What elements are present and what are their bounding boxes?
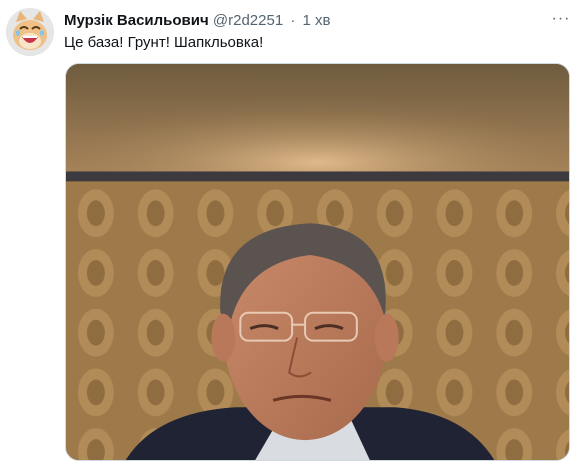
author-handle[interactable]: @r2d2251 bbox=[213, 12, 283, 29]
avatar[interactable] bbox=[6, 8, 54, 56]
tweet-text: Це база! Грунт! Шапкльовка! bbox=[64, 34, 264, 51]
tweet-media[interactable] bbox=[65, 63, 570, 461]
tweet-card[interactable]: Мурзік Васильович @r2d2251 · 1 хв ··· Це… bbox=[0, 0, 575, 470]
tweet-timestamp[interactable]: 1 хв bbox=[303, 12, 331, 29]
separator-dot: · bbox=[290, 12, 296, 29]
tweet-header: Мурзік Васильович @r2d2251 · 1 хв bbox=[64, 11, 331, 31]
more-options-button[interactable]: ··· bbox=[550, 10, 572, 28]
video-frame-image bbox=[66, 64, 569, 460]
author-name[interactable]: Мурзік Васильович bbox=[64, 12, 209, 29]
laughing-cat-icon bbox=[6, 8, 54, 56]
more-horizontal-icon: ··· bbox=[551, 10, 571, 27]
